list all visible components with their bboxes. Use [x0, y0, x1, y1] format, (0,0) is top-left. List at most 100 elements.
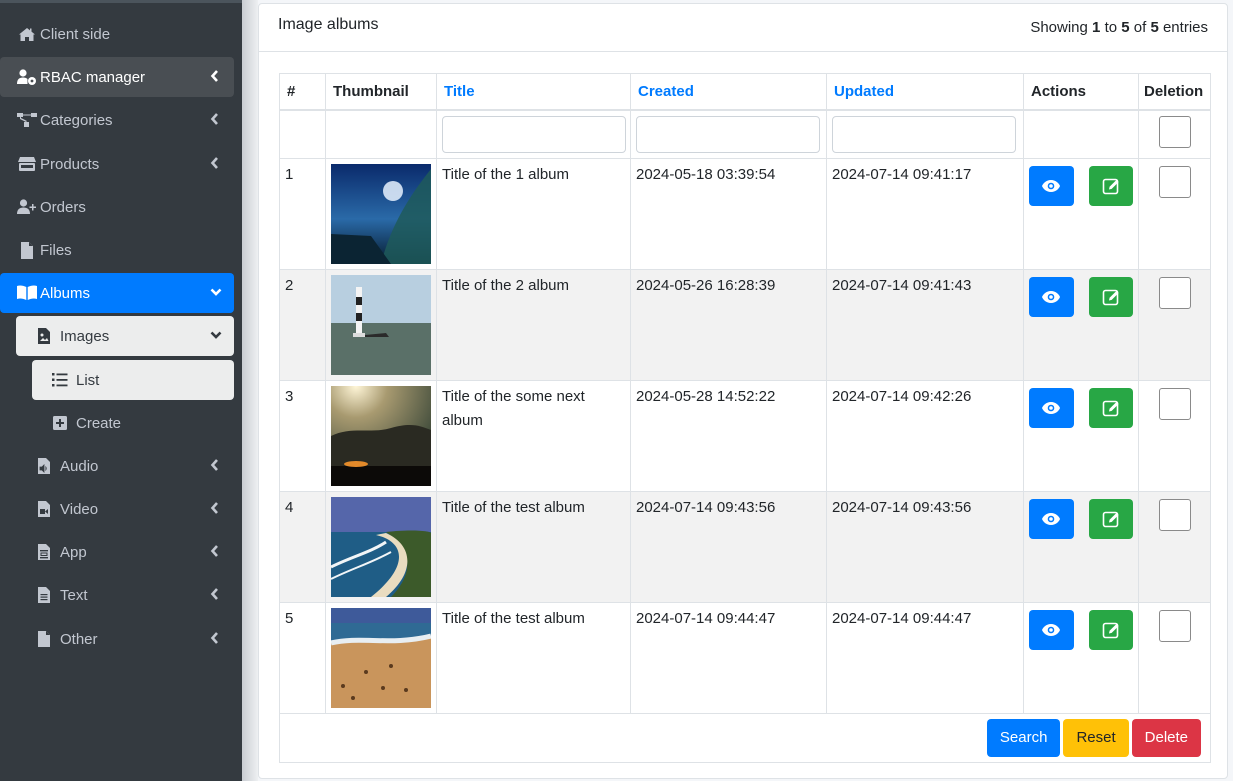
delete-checkbox[interactable]	[1158, 388, 1191, 420]
chevron-left-icon	[210, 631, 220, 645]
view-button[interactable]	[1029, 166, 1074, 206]
updated-date: 2024-07-14 09:42:26	[826, 380, 1024, 492]
album-title: Title of the test album	[436, 491, 631, 603]
edit-icon	[1102, 511, 1119, 528]
deletion-cell	[1138, 602, 1211, 714]
album-title: Title of the some next album	[436, 380, 631, 492]
sidebar-item-audio[interactable]: Audio	[16, 446, 234, 486]
content-shadow	[242, 0, 258, 781]
delete-checkbox[interactable]	[1158, 166, 1191, 198]
filter-cell-created	[630, 109, 827, 159]
edit-button[interactable]	[1088, 166, 1133, 206]
card-header: Image albums Showing 1 to 5 of 5 entries	[259, 4, 1227, 52]
reset-button[interactable]: Reset	[1063, 719, 1129, 757]
thumbnail-beach-footprints[interactable]	[331, 608, 431, 708]
thumbnail-sunrays-over-clouds[interactable]	[331, 386, 431, 486]
updated-date: 2024-07-14 09:41:43	[826, 269, 1024, 381]
delete-checkbox[interactable]	[1158, 610, 1191, 642]
chevron-left-icon	[210, 544, 220, 558]
sidebar-item-other[interactable]: Other	[16, 619, 234, 659]
sidebar-item-video[interactable]: Video	[16, 489, 234, 529]
view-button[interactable]	[1029, 499, 1074, 539]
sidebar-item-client-side[interactable]: Client side	[0, 14, 234, 54]
title-filter-input[interactable]	[442, 115, 626, 153]
row-number: 3	[279, 380, 326, 492]
sidebar-item-orders[interactable]: Orders	[0, 187, 234, 227]
actions-cell	[1023, 158, 1139, 270]
sidebar-item-products[interactable]: Products	[0, 144, 234, 184]
view-button[interactable]	[1029, 277, 1074, 317]
file-image-icon	[34, 328, 54, 344]
user-gear-icon	[17, 69, 37, 85]
sidebar-item-create[interactable]: Create	[32, 403, 234, 443]
summary-from: 1	[1092, 19, 1101, 36]
sidebar-item-label: Categories	[40, 111, 113, 129]
sidebar-item-list[interactable]: List	[32, 360, 234, 400]
column-header-title[interactable]: Title	[436, 73, 631, 111]
edit-button[interactable]	[1088, 499, 1133, 539]
delete-checkbox[interactable]	[1158, 277, 1191, 309]
thumbnail-coastal-bay[interactable]	[331, 497, 431, 597]
edit-button[interactable]	[1088, 277, 1133, 317]
file-video-icon	[34, 501, 54, 517]
edit-icon	[1102, 178, 1119, 195]
sidebar-item-text[interactable]: Text	[16, 575, 234, 615]
file-audio-icon	[34, 458, 54, 474]
sidebar-item-files[interactable]: Files	[0, 230, 234, 270]
row-number: 2	[279, 269, 326, 381]
thumbnail-lighthouse-at-sea[interactable]	[331, 275, 431, 375]
delete-checkbox[interactable]	[1158, 499, 1191, 531]
column-header-number: #	[279, 73, 326, 111]
created-date: 2024-07-14 09:43:56	[630, 491, 827, 603]
sidebar-item-label: Audio	[60, 457, 99, 475]
actions-cell	[1023, 602, 1139, 714]
table-header-row: # Thumbnail Title Created Updated Action…	[279, 73, 1211, 111]
row-number: 1	[279, 158, 326, 270]
sidebar-item-label: Products	[40, 155, 100, 173]
file-icon	[17, 241, 37, 259]
updated-date: 2024-07-14 09:44:47	[826, 602, 1024, 714]
column-header-created[interactable]: Created	[630, 73, 827, 111]
sidebar-item-label: Other	[60, 630, 98, 648]
sidebar-item-rbac-manager[interactable]: RBAC manager	[0, 57, 234, 97]
thumbnail-ocean-wave[interactable]	[331, 164, 431, 264]
sidebar-item-label: Video	[60, 500, 99, 518]
deletion-cell	[1138, 380, 1211, 492]
chevron-left-icon	[210, 69, 220, 83]
sidebar-item-label: Orders	[40, 198, 86, 216]
list-icon	[50, 372, 70, 388]
column-header-thumbnail: Thumbnail	[325, 73, 437, 111]
album-title: Title of the 2 album	[436, 269, 631, 381]
store-icon	[17, 156, 37, 172]
created-filter-input[interactable]	[636, 115, 820, 153]
sidebar-item-app[interactable]: App	[16, 532, 234, 572]
deletion-cell	[1138, 491, 1211, 603]
sidebar-item-label: Text	[60, 586, 88, 604]
table-row: 1 Title of the 1 album 2024-05-18 03:39:…	[279, 158, 1211, 270]
edit-button[interactable]	[1088, 388, 1133, 428]
updated-filter-input[interactable]	[832, 115, 1016, 153]
sidebar-item-albums[interactable]: Albums	[0, 273, 234, 313]
column-header-updated[interactable]: Updated	[826, 73, 1024, 111]
created-date: 2024-05-28 14:52:22	[630, 380, 827, 492]
view-button[interactable]	[1029, 610, 1074, 650]
footer-actions: Search Reset Delete	[279, 713, 1211, 763]
delete-button[interactable]: Delete	[1131, 719, 1201, 757]
table-row: 4 Title of the test album 2024-07-14 09:…	[279, 491, 1211, 603]
deletion-cell	[1138, 158, 1211, 270]
chevron-left-icon	[210, 112, 220, 126]
sidebar-item-images[interactable]: Images	[16, 316, 234, 356]
select-all-checkbox[interactable]	[1158, 115, 1191, 148]
eye-icon	[1042, 624, 1061, 636]
edit-button[interactable]	[1088, 610, 1133, 650]
sidebar-item-categories[interactable]: Categories	[0, 100, 234, 140]
row-number: 4	[279, 491, 326, 603]
summary-of-word: of	[1133, 19, 1147, 36]
actions-cell	[1023, 269, 1139, 381]
search-button[interactable]: Search	[986, 719, 1061, 757]
sidebar-item-label: List	[76, 371, 100, 389]
edit-icon	[1102, 289, 1119, 306]
sidebar-item-label: RBAC manager	[40, 68, 146, 86]
table-row: 3 Title of the some next album 2024-05-2…	[279, 380, 1211, 492]
view-button[interactable]	[1029, 388, 1074, 428]
